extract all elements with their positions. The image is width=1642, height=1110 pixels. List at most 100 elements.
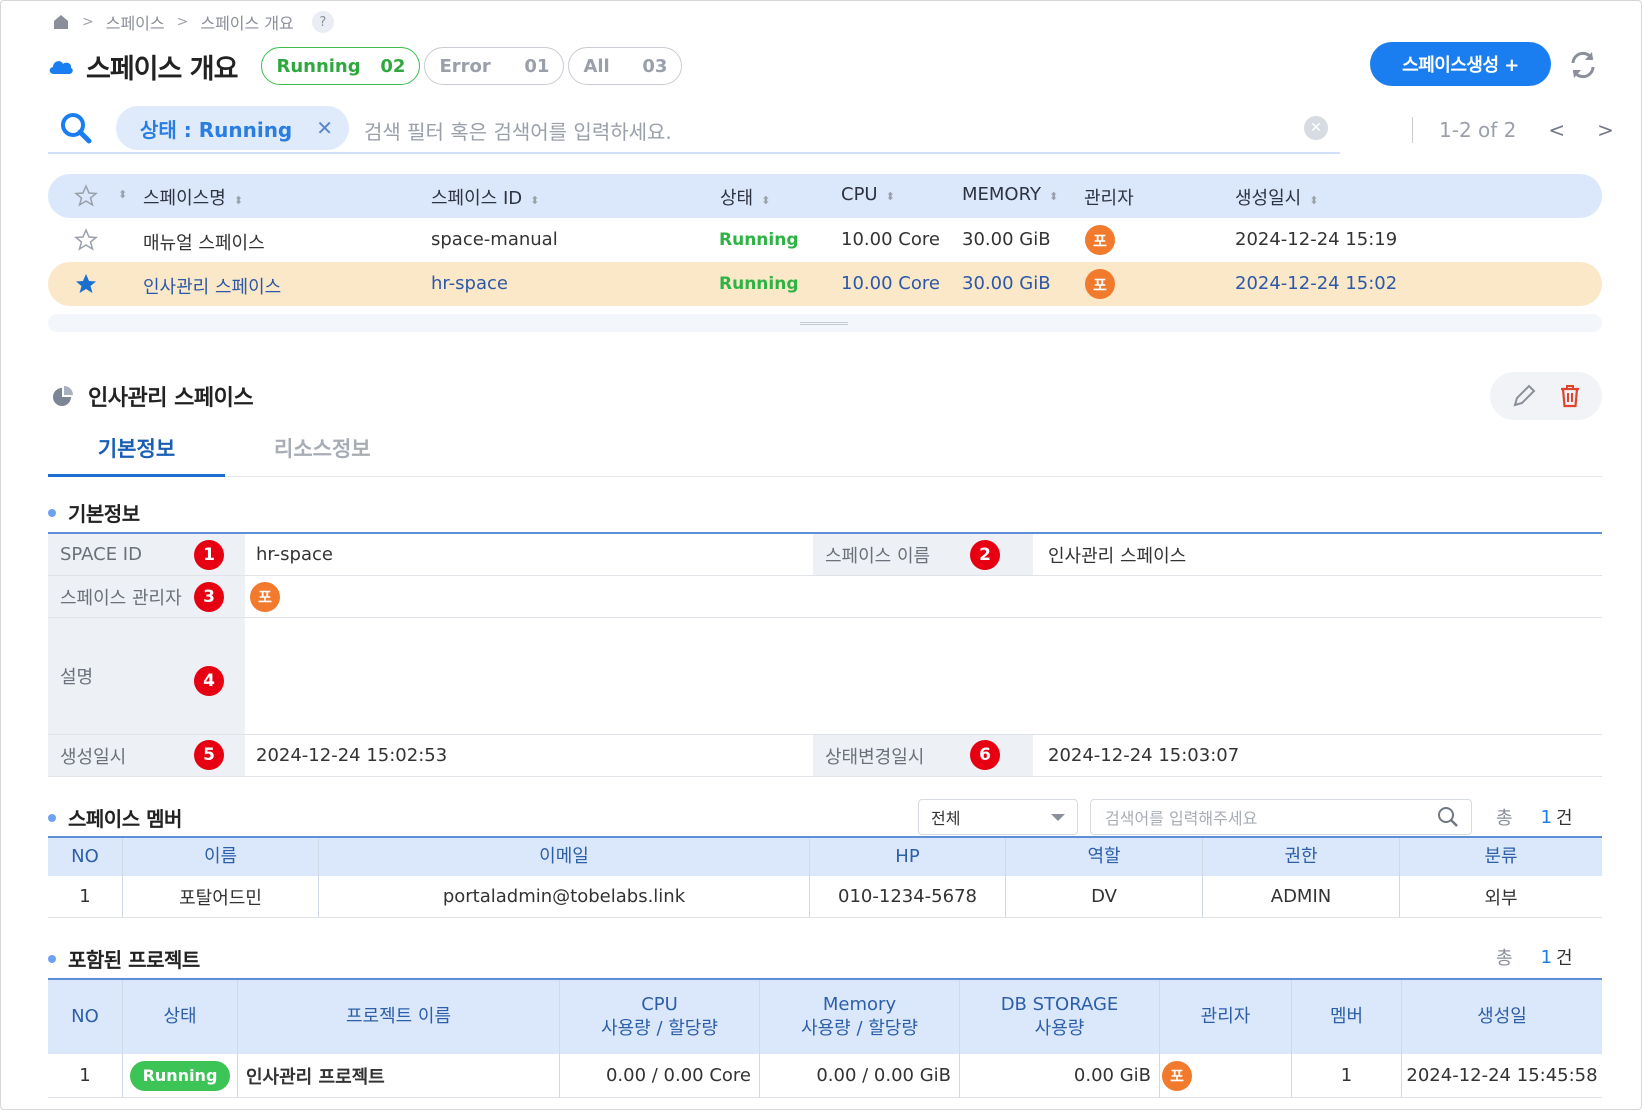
search-icon[interactable] <box>1437 806 1459 828</box>
panel-resize-handle[interactable] <box>48 314 1602 332</box>
close-icon[interactable]: ✕ <box>316 116 333 140</box>
column-header-cpu[interactable]: CPU ⬍ <box>841 184 895 205</box>
breadcrumb: > 스페이스 > 스페이스 개요 ? <box>52 10 334 34</box>
status-text: Running <box>719 274 799 294</box>
chevron-right-icon[interactable]: > <box>1597 118 1614 142</box>
column-header-id[interactable]: 스페이스 ID ⬍ <box>431 184 539 210</box>
avatar: 포 <box>250 581 280 612</box>
tab-resource-info[interactable]: 리소스정보 <box>274 433 371 463</box>
search-input[interactable]: 검색 필터 혹은 검색어를 입력하세요. <box>364 116 672 145</box>
memory-value: 30.00 GiB <box>962 229 1051 250</box>
search-icon[interactable] <box>58 110 94 146</box>
edit-icon[interactable] <box>1510 382 1538 410</box>
created-value: 2024-12-24 15:02:53 <box>256 745 448 766</box>
refresh-icon[interactable] <box>1566 48 1600 82</box>
search-bar: 상태 : Running ✕ 검색 필터 혹은 검색어를 입력하세요. ✕ <box>48 104 1340 154</box>
create-space-button[interactable]: 스페이스생성 + <box>1370 42 1551 86</box>
detail-tabs: 기본정보 리소스정보 <box>48 425 1602 477</box>
annotation-badge: 2 <box>970 540 1000 570</box>
space-name[interactable]: 인사관리 스페이스 <box>143 273 281 299</box>
member-search-input[interactable]: 검색어를 입력해주세요 <box>1090 799 1472 835</box>
filter-running-pill[interactable]: Running 02 <box>261 47 421 85</box>
sort-icon: ⬍ <box>885 190 895 203</box>
space-id-value: hr-space <box>256 544 333 565</box>
annotation-badge: 6 <box>970 740 1000 770</box>
sort-icon: ⬍ <box>1048 190 1059 203</box>
info-row: 생성일시 2024-12-24 15:02:53 상태변경일시 2024-12-… <box>48 735 1602 777</box>
status-badge: Running <box>130 1060 230 1091</box>
info-row: 스페이스 관리자 포 <box>48 576 1602 618</box>
status-filter-chip[interactable]: 상태 : Running ✕ <box>116 106 350 150</box>
cloud-icon <box>49 61 73 74</box>
status-text: Running <box>719 230 799 250</box>
space-name[interactable]: 매뉴얼 스페이스 <box>143 229 265 255</box>
filter-error-pill[interactable]: Error 01 <box>424 47 565 85</box>
help-icon[interactable]: ? <box>311 11 334 33</box>
space-name-value: 인사관리 스페이스 <box>1048 545 1187 567</box>
detail-actions <box>1490 372 1602 420</box>
page-header: 스페이스 개요 Running 02 Error 01 All 03 <box>48 44 686 88</box>
divider <box>1412 117 1413 143</box>
table-row-selected[interactable]: 인사관리 스페이스 hr-space Running 10.00 Core 30… <box>48 262 1602 306</box>
avatar: 포 <box>1085 269 1115 299</box>
pie-chart-icon <box>53 386 73 406</box>
breadcrumb-item-overview: 스페이스 개요 <box>200 14 294 33</box>
star-outline-icon[interactable] <box>74 184 98 213</box>
created-date: 2024-12-24 15:19 <box>1235 229 1398 250</box>
project-table: NO 상태 프로젝트 이름 CPU 사용량 / 할당량 Memory 사용량 / 할… <box>48 978 1602 1098</box>
space-table: ⬍ 스페이스명 ⬍ 스페이스 ID ⬍ 상태 ⬍ CPU ⬍ MEMORY ⬍ 관리자 생… <box>48 174 1602 306</box>
filter-all-pill[interactable]: All 03 <box>568 47 683 85</box>
memory-value: 30.00 GiB <box>962 273 1051 294</box>
cpu-value: 10.00 Core <box>841 273 940 294</box>
home-icon[interactable] <box>52 13 70 31</box>
info-row: 설명 <box>48 618 1602 735</box>
chevron-right-icon: > <box>176 14 189 30</box>
column-header-status[interactable]: 상태 ⬍ <box>720 184 770 210</box>
annotation-badge: 4 <box>194 666 224 696</box>
bullet <box>48 813 56 822</box>
section-projects: 포함된 프로젝트 <box>48 944 200 973</box>
trash-icon[interactable] <box>1556 382 1584 410</box>
annotation-badge: 5 <box>194 740 224 770</box>
space-id: hr-space <box>431 273 508 294</box>
status-changed-label: 상태변경일시 <box>813 735 1033 776</box>
member-filter-select[interactable]: 전체 <box>918 799 1078 835</box>
chevron-left-icon[interactable]: < <box>1548 118 1565 142</box>
column-header-manager: 관리자 <box>1084 188 1134 209</box>
avatar: 포 <box>1162 1060 1192 1091</box>
table-header: ⬍ 스페이스명 ⬍ 스페이스 ID ⬍ 상태 ⬍ CPU ⬍ MEMORY ⬍ 관리자 생… <box>48 174 1602 218</box>
status-changed-value: 2024-12-24 15:03:07 <box>1048 745 1240 766</box>
project-count: 총1건 <box>1496 946 1573 970</box>
breadcrumb-item-space[interactable]: 스페이스 <box>106 10 165 34</box>
sort-icon[interactable]: ⬍ <box>118 188 127 201</box>
star-filled-icon[interactable] <box>74 272 98 301</box>
table-row[interactable]: 매뉴얼 스페이스 space-manual Running 10.00 Core… <box>48 218 1602 262</box>
space-name-label: 스페이스 이름 <box>813 534 1033 575</box>
section-basic-info: 기본정보 <box>48 498 140 527</box>
star-outline-icon[interactable] <box>74 228 98 257</box>
info-row: SPACE ID hr-space 스페이스 이름 인사관리 스페이스 <box>48 534 1602 576</box>
created-date: 2024-12-24 15:02 <box>1235 273 1398 294</box>
column-header-memory[interactable]: MEMORY ⬍ <box>962 184 1058 205</box>
column-header-created[interactable]: 생성일시 ⬍ <box>1235 184 1318 210</box>
sort-icon: ⬍ <box>1309 194 1319 207</box>
pagination: 1-2 of 2 < > <box>1412 116 1614 144</box>
table-row[interactable]: 1 Running 인사관리 프로젝트 0.00 / 0.00 Core 0.0… <box>48 1054 1602 1098</box>
annotation-badge: 1 <box>194 540 224 570</box>
sort-icon: ⬍ <box>530 194 540 207</box>
clear-icon[interactable]: ✕ <box>1304 116 1328 140</box>
detail-title: 인사관리 스페이스 <box>52 380 254 412</box>
bullet <box>48 954 56 963</box>
tab-basic-info[interactable]: 기본정보 <box>48 433 225 477</box>
cpu-value: 10.00 Core <box>841 229 940 250</box>
chevron-right-icon: > <box>82 14 94 30</box>
project-name[interactable]: 인사관리 프로젝트 <box>238 1054 560 1097</box>
pagination-range: 1-2 of 2 <box>1439 118 1517 142</box>
table-row[interactable]: 1 포탈어드민 portaladmin@tobelabs.link 010-12… <box>48 876 1602 918</box>
column-header-name[interactable]: 스페이스명 ⬍ <box>143 184 243 210</box>
chevron-down-icon <box>1051 814 1065 821</box>
page-title: 스페이스 개요 <box>86 53 238 85</box>
avatar: 포 <box>1085 225 1115 255</box>
bullet <box>48 508 56 517</box>
member-count: 총1건 <box>1496 806 1573 830</box>
